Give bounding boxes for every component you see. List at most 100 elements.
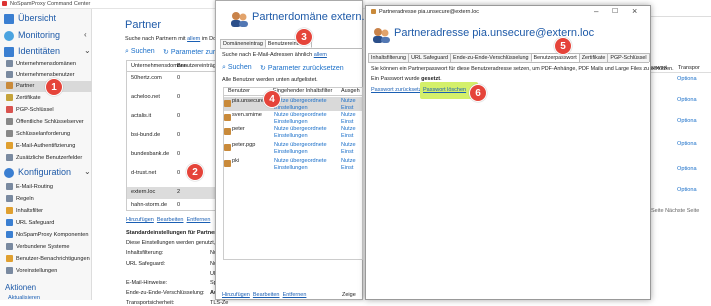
std-settings-desc: Diese Einstellungen werden genutzt, fall [126,240,224,246]
prop-content-filter-label: Inhaltsfilterung: [126,250,164,256]
partner-table: Unternehmensdomäne Benutzereinträge 50he… [126,60,219,212]
col-inbound-filter[interactable]: Eingehender Inhaltsfilter [273,87,332,96]
add-user-link[interactable]: Hinzufügen [222,292,250,298]
tab-divider [368,62,649,63]
table-row[interactable]: bundesbank.de 0 [127,151,217,161]
nav-identities[interactable]: Identitäten ⌄ [4,46,91,57]
table-row[interactable]: bsi-bund.de 0 [127,132,217,142]
tab-content-filter[interactable]: Inhaltsfilterung [368,53,410,62]
dialog1-desc: Suche nach E-Mail-Adressen ähnlich allem [222,52,327,58]
sidebar-item-certificates[interactable]: Zertifikate [0,93,92,104]
search-scope-link[interactable]: allem [187,36,200,42]
people-icon [230,11,248,27]
monitor-icon [4,30,14,41]
nav-overview[interactable]: Übersicht [4,13,56,24]
col-entries[interactable]: Benutzereinträge [177,61,219,71]
prop-e2e-label: Ende-zu-Ende-Verschlüsselung: [126,290,205,296]
server-icon [6,118,13,126]
dialog1-show-text: Zeige [342,292,356,298]
delete-password-link[interactable]: Passwort löschen [423,87,466,93]
sidebar-item-rules[interactable]: Regeln [0,194,92,205]
table-row[interactable]: hahn-storm.de 0 [127,202,217,212]
remove-partner-link[interactable]: Entfernen [187,217,211,223]
gear-icon [4,167,14,178]
col-user[interactable]: Benutzer [228,87,250,96]
dialog1-title: Partnerdomäne extern.loc [252,11,379,23]
refresh-action[interactable]: Aktualisieren [8,295,40,301]
remove-user-link[interactable]: Entfernen [283,292,307,298]
table-row-selected[interactable]: extern.loc 2 [127,187,217,199]
std-settings-title: Standardeinstellungen für Partner [126,230,217,236]
nav-monitoring[interactable]: Monitoring ‹ [4,30,87,41]
sidebar-item-extra-fields[interactable]: Zusätzliche Benutzerfelder [0,153,92,164]
routing-icon [6,183,13,191]
user-icon [224,128,231,135]
transport-option: Optiona [677,76,697,82]
auth-icon [6,142,13,150]
search-icon: ⌕ [222,64,226,71]
rules-icon [6,195,13,203]
add-partner-link[interactable]: Hinzufügen [126,217,154,223]
actions-title: Aktionen [5,283,37,292]
partner-table-header: Unternehmensdomäne Benutzereinträge [127,61,219,72]
maximize-icon[interactable]: ☐ [612,7,618,15]
identities-icon [4,46,14,57]
tab-e2e-encryption[interactable]: Ende-zu-Ende-Verschlüsselung [450,53,532,62]
table-row[interactable]: 50hertz.com 0 [127,75,217,85]
sidebar-item-key-request[interactable]: Schlüsselanforderung [0,129,92,140]
partner-search-button[interactable]: ⌕ Suchen [125,48,155,56]
user-icon [224,100,231,107]
sidebar-item-url-safeguard[interactable]: URL Safeguard [0,218,92,229]
user-icon [224,114,231,121]
sidebar-item-company-users[interactable]: Unternehmensbenutzer [0,70,92,81]
user-icon [224,144,231,151]
sidebar-item-email-auth[interactable]: E-Mail-Authentifizierung [0,141,92,152]
minimize-icon[interactable]: – [594,7,598,16]
prop-hints-label: E-Mail-Hinweise: [126,280,168,286]
sidebar-item-components[interactable]: NoSpamProxy Komponenten [0,230,92,241]
step-badge-4: 4 [263,90,281,108]
sidebar-item-email-routing[interactable]: E-Mail-Routing [0,182,92,193]
presets-icon [6,267,13,275]
col-outbound[interactable]: Ausgeh [341,87,360,96]
sidebar: Übersicht Monitoring ‹ Identitäten ⌄ Unter… [0,9,92,301]
user-row[interactable]: peter.pgp Nutze übergeordnete Einstellun… [224,141,362,155]
transport-option: Optiona [677,97,697,103]
sidebar-item-connected-systems[interactable]: Verbundene Systeme [0,242,92,253]
dialog1-listed-text: Alle Benutzer werden unten aufgelistet. [222,77,318,83]
partner-icon [6,82,13,90]
user-row[interactable]: pki Nutze übergeordnete Einstellungen Nu… [224,157,362,171]
dialog2-tabs: Inhaltsfilterung URL Safeguard Ende-zu-End… [368,53,650,62]
tab-user-password[interactable]: Benutzerpasswort [530,53,580,62]
edit-partner-link[interactable]: Bearbeiten [157,217,184,223]
sidebar-item-key-servers[interactable]: Öffentliche Schlüsselserver [0,117,92,128]
link-icon [6,243,13,251]
user-row-selected[interactable]: pia.unsecure Nutze übergeordnete Einstel… [224,97,362,111]
app-icon [2,1,7,7]
tab-certificates[interactable]: Zertifikate [578,53,609,62]
close-icon[interactable]: × [632,6,637,16]
dialog1-search-button[interactable]: ⌕ Suchen [222,64,252,72]
sidebar-item-content-filter[interactable]: Inhaltsfilter [0,206,92,217]
edit-user-link[interactable]: Bearbeiten [253,292,280,298]
sidebar-item-pgp-keys[interactable]: PGP-Schlüssel [0,105,92,116]
step-badge-2: 2 [186,163,204,181]
sidebar-item-company-domains[interactable]: Unternehmensdomänen [0,59,92,70]
user-row[interactable]: peter Nutze übergeordnete Einstellungen … [224,125,362,139]
dialog1-reset-button[interactable]: ↻ Parameter zurücksetzen [260,64,344,72]
partner-domain-dialog: Partnerdomäne extern.loc Domäneneintrag B… [215,0,379,300]
sidebar-item-notifications[interactable]: Benutzer-Benachrichtigungen [0,254,92,265]
tab-pgp-keys[interactable]: PGP-Schlüssel [607,53,650,62]
step-badge-6: 6 [469,84,487,102]
domain-icon [6,60,13,68]
reset-icon: ↻ [260,65,266,72]
dialog1-scope-link[interactable]: allem [314,52,327,58]
user-row[interactable]: sven.smime Nutze übergeordnete Einstellu… [224,111,362,125]
nav-configuration[interactable]: Konfiguration ⌄ [4,167,91,178]
tab-domain-entry[interactable]: Domäneneintrag [220,39,266,48]
paging-text[interactable]: Seite Nächste Seite [651,208,699,214]
tab-url-safeguard[interactable]: URL Safeguard [408,53,452,62]
sidebar-item-presets[interactable]: Voreinstellungen [0,266,92,277]
table-row[interactable]: acheloo.net 0 [127,94,217,104]
table-row[interactable]: actalis.it 0 [127,113,217,123]
